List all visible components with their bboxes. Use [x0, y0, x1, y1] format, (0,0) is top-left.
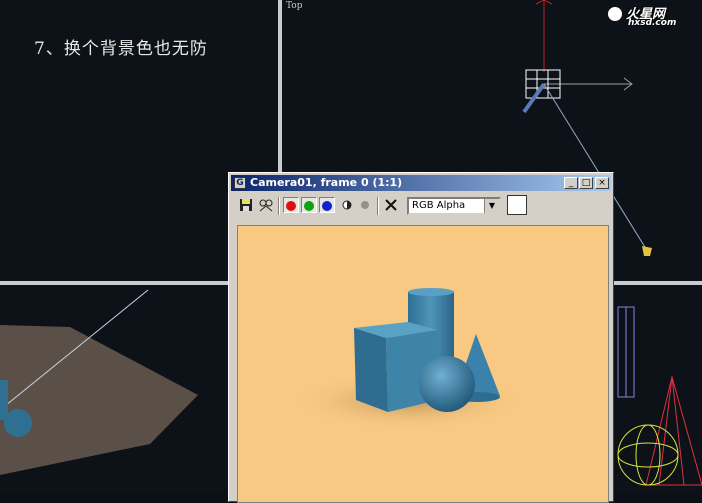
- rendered-frame-window[interactable]: G Camera01, frame 0 (1:1) _ □ × RGB Alph…: [228, 172, 614, 503]
- toolbar-separator: [278, 197, 280, 215]
- hxsd-logo-icon: [606, 5, 624, 23]
- render-toolbar: RGB Alpha ▼: [231, 193, 611, 219]
- floppy-disk-icon[interactable]: [238, 197, 254, 213]
- green-channel-icon: [304, 201, 314, 211]
- 3ds-max-icon[interactable]: G: [234, 177, 246, 189]
- site-logo: 火星网 hxsd.com: [604, 3, 698, 29]
- viewport-camera-scene: [617, 306, 702, 486]
- green-channel-button[interactable]: [301, 197, 317, 213]
- rendered-scene: [288, 288, 528, 431]
- alpha-dot: [361, 201, 369, 209]
- blue-channel-icon: [322, 201, 332, 211]
- color-swatch[interactable]: [507, 195, 527, 215]
- grey-dot-icon[interactable]: [357, 197, 373, 213]
- channel-select-value: RGB Alpha: [412, 200, 466, 211]
- maximize-button[interactable]: □: [579, 177, 593, 189]
- chevron-down-icon[interactable]: ▼: [484, 199, 499, 213]
- close-button[interactable]: ×: [595, 177, 609, 189]
- viewport-label[interactable]: Top: [286, 1, 302, 11]
- logo-url: hxsd.com: [628, 18, 677, 28]
- half-circle-icon[interactable]: [339, 197, 355, 213]
- red-channel-button[interactable]: [283, 197, 299, 213]
- toolbar-separator: [377, 197, 379, 215]
- render-canvas: [237, 225, 609, 503]
- blue-channel-button[interactable]: [319, 197, 335, 213]
- channel-select[interactable]: RGB Alpha ▼: [407, 197, 501, 215]
- red-channel-icon: [286, 201, 296, 211]
- x-icon[interactable]: [383, 197, 399, 213]
- viewport-camera[interactable]: [614, 285, 702, 494]
- minimize-button[interactable]: _: [564, 177, 578, 189]
- window-title: Camera01, frame 0 (1:1): [250, 176, 403, 189]
- tutorial-caption: 7、换个背景色也无防: [34, 39, 208, 59]
- clone-window-icon[interactable]: [258, 197, 274, 213]
- window-titlebar[interactable]: G Camera01, frame 0 (1:1) _ □ ×: [231, 175, 611, 191]
